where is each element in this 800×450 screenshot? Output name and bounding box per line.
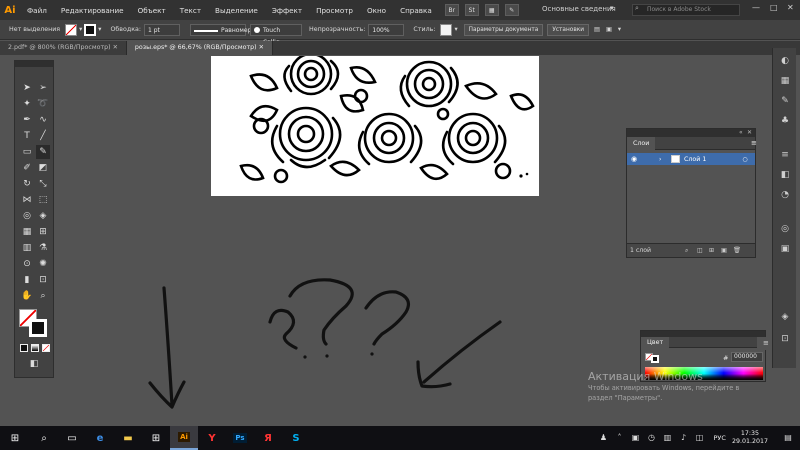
yandex-browser-icon[interactable]: Y <box>198 426 226 450</box>
windows-start-icon[interactable]: ⊞ <box>0 426 30 450</box>
transparency-icon[interactable]: ◔ <box>777 188 793 202</box>
panel-menu-icon[interactable]: ≡ <box>745 137 763 150</box>
stroke-swatch[interactable] <box>651 355 659 363</box>
layers-tab-strip: Слои ≡ <box>627 136 757 150</box>
question-mark-3 <box>364 290 410 346</box>
language-indicator[interactable]: РУС <box>714 434 726 442</box>
panel-dock: ◐ ▦ ✎ ♣ ≡ ◧ ◔ ◎ ▣ ◈ ⊡ <box>772 48 796 368</box>
layer-thumbnail <box>671 155 680 163</box>
watermark-line-2: Чтобы активировать Windows, перейдите в <box>588 384 740 392</box>
watermark-line-3: раздел "Параметры". <box>588 394 663 402</box>
volume-icon[interactable]: ♪ <box>678 432 690 444</box>
layers-footer: 1 слой ⌕ ◫ ⊞ ▣ 🗑 <box>627 243 755 257</box>
show-hidden-icons[interactable]: ˄ <box>614 432 626 444</box>
illustrator-window: Ai Файл Редактирование Объект Текст Выде… <box>0 0 800 450</box>
arrow-down-left <box>148 286 186 409</box>
tab-layers[interactable]: Слои <box>627 136 656 150</box>
color-guide-icon[interactable]: ◐ <box>777 54 793 68</box>
clock[interactable]: 17:35 29.01.2017 <box>732 430 768 446</box>
network-icon[interactable]: ▥ <box>662 432 674 444</box>
layer-count: 1 слой <box>630 247 652 254</box>
new-layer-icon[interactable]: ▣ <box>721 244 727 258</box>
people-icon[interactable]: ♟ <box>598 432 610 444</box>
skype-icon[interactable]: S <box>282 426 310 450</box>
tray-app-icon-2[interactable]: ◷ <box>646 432 658 444</box>
layer-name[interactable]: Слой 1 <box>684 156 706 163</box>
swatches-icon[interactable]: ▦ <box>777 74 793 88</box>
collapse-icon[interactable]: « <box>739 129 743 136</box>
system-tray: ♟ ˄ ▣ ◷ ▥ ♪ ◫ РУС 17:35 29.01.2017 ▤ <box>596 426 800 450</box>
target-icon[interactable]: ○ <box>742 156 747 163</box>
question-mark-1 <box>268 308 298 350</box>
layer-row[interactable]: ◉ › Слой 1 ○ <box>627 153 755 165</box>
stroke-icon[interactable]: ≡ <box>777 148 793 162</box>
layers-dock-icon[interactable]: ◈ <box>777 310 793 324</box>
notifications-icon[interactable]: ▤ <box>782 432 794 444</box>
watermark-title: Активация Windows <box>588 370 703 383</box>
question-dot-3 <box>370 352 374 356</box>
illustrator-icon[interactable]: Ai <box>170 426 198 450</box>
appearance-icon[interactable]: ◎ <box>777 222 793 236</box>
new-sublayer-icon[interactable]: ⊞ <box>709 244 714 258</box>
arrow-diagonal <box>416 320 502 389</box>
task-view-icon[interactable]: ▭ <box>58 426 86 450</box>
gradient-icon[interactable]: ◧ <box>777 168 793 182</box>
question-dot-1 <box>303 355 307 359</box>
brushes-icon[interactable]: ✎ <box>777 94 793 108</box>
windows-taskbar: ⊞ ⌕ ▭ e ▬ ⊞ Ai Y Ps Я S ♟ ˄ ▣ ◷ ▥ ♪ ◫ РУ… <box>0 426 800 450</box>
layers-panel: « ✕ Слои ≡ ◉ › Слой 1 ○ 1 слой ⌕ ◫ ⊞ ▣ 🗑 <box>626 128 757 258</box>
make-clipping-mask-icon[interactable]: ◫ <box>697 244 703 258</box>
close-icon[interactable]: ✕ <box>747 129 752 136</box>
edge-icon[interactable]: e <box>86 426 114 450</box>
chevron-right-icon[interactable]: › <box>659 156 669 163</box>
question-mark-2 <box>288 278 354 346</box>
photoshop-icon[interactable]: Ps <box>226 426 254 450</box>
clock-time: 17:35 <box>740 430 760 437</box>
windows-activation-watermark: Активация Windows Чтобы активировать Win… <box>588 370 739 403</box>
clock-date: 29.01.2017 <box>731 438 768 445</box>
hex-label: # <box>723 354 729 362</box>
tray-app-icon-3[interactable]: ◫ <box>694 432 706 444</box>
locate-object-icon[interactable]: ⌕ <box>685 244 688 258</box>
color-tab-strip: Цвет ≡ <box>641 336 775 350</box>
artboards-icon[interactable]: ⊡ <box>777 332 793 346</box>
store-icon[interactable]: ⊞ <box>142 426 170 450</box>
question-dot-2 <box>325 354 329 358</box>
hex-input[interactable]: 000000 <box>731 352 763 362</box>
delete-icon[interactable]: 🗑 <box>733 244 741 258</box>
tray-app-icon[interactable]: ▣ <box>630 432 642 444</box>
tab-color[interactable]: Цвет <box>641 336 670 348</box>
eye-icon[interactable]: ◉ <box>631 155 641 163</box>
file-explorer-icon[interactable]: ▬ <box>114 426 142 450</box>
symbols-icon[interactable]: ♣ <box>777 114 793 128</box>
graphic-styles-icon[interactable]: ▣ <box>777 242 793 256</box>
yandex-icon[interactable]: Я <box>254 426 282 450</box>
search-icon[interactable]: ⌕ <box>30 426 58 450</box>
